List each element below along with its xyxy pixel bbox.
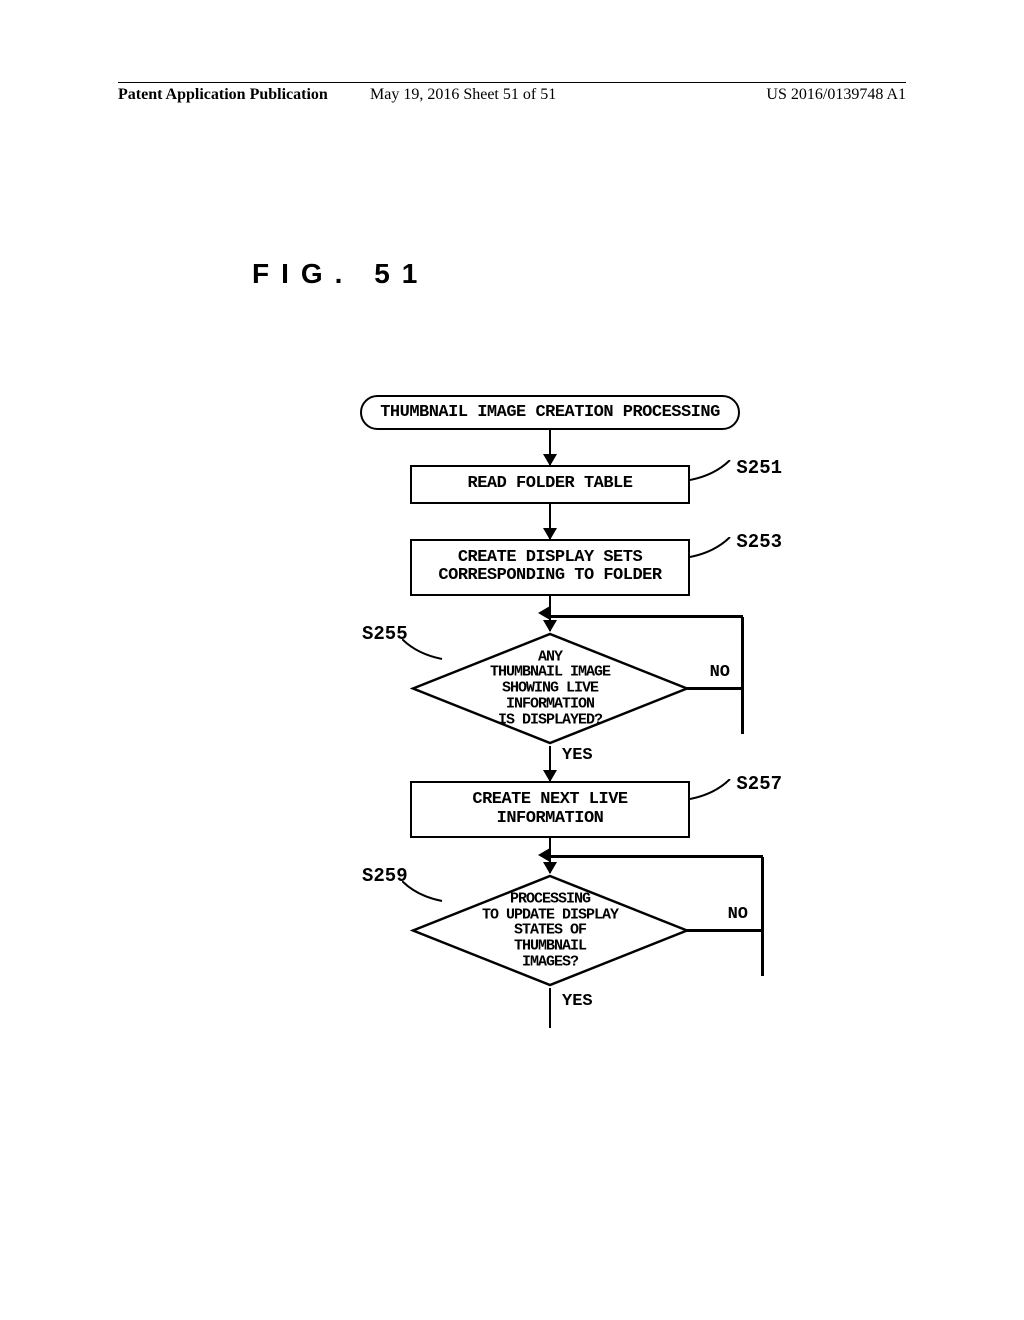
connector-curve <box>402 639 447 664</box>
no-label: NO <box>710 663 730 682</box>
label-s253: S253 <box>736 531 782 553</box>
loop-line <box>741 617 744 734</box>
merge-arrow <box>538 848 550 862</box>
connector-curve <box>690 779 735 804</box>
arrow <box>549 504 552 539</box>
connector-curve <box>690 460 735 485</box>
branch-line <box>685 687 743 690</box>
connector-curve <box>402 881 447 906</box>
flowchart-container: THUMBNAIL IMAGE CREATION PROCESSING READ… <box>310 395 790 1028</box>
header-divider <box>118 82 906 83</box>
yes-label: YES <box>562 992 593 1011</box>
loop-line <box>551 615 743 618</box>
connector-curve <box>690 537 735 562</box>
no-label: NO <box>728 905 748 924</box>
header-date-sheet: May 19, 2016 Sheet 51 of 51 <box>370 86 556 104</box>
figure-title: FIG. 51 <box>252 258 429 290</box>
label-s251: S251 <box>736 457 782 479</box>
header-publication: Patent Application Publication <box>118 86 328 104</box>
decision-s255: ANY THUMBNAIL IMAGE SHOWING LIVE INFORMA… <box>410 631 690 746</box>
label-s259: S259 <box>362 865 408 887</box>
decision-s259: PROCESSING TO UPDATE DISPLAY STATES OF T… <box>410 873 690 988</box>
yes-label: YES <box>562 746 593 765</box>
label-s257: S257 <box>736 773 782 795</box>
label-s255: S255 <box>362 623 408 645</box>
flowchart-start: THUMBNAIL IMAGE CREATION PROCESSING <box>360 395 740 430</box>
step-s257: CREATE NEXT LIVE INFORMATION <box>410 781 690 838</box>
arrow <box>549 430 552 465</box>
loop-line <box>761 857 764 976</box>
branch-line <box>685 929 763 932</box>
merge-arrow <box>538 606 550 620</box>
header-patent-number: US 2016/0139748 A1 <box>766 86 906 104</box>
step-s253: CREATE DISPLAY SETS CORRESPONDING TO FOL… <box>410 539 690 596</box>
loop-line <box>551 855 763 858</box>
step-s251: READ FOLDER TABLE <box>410 465 690 504</box>
